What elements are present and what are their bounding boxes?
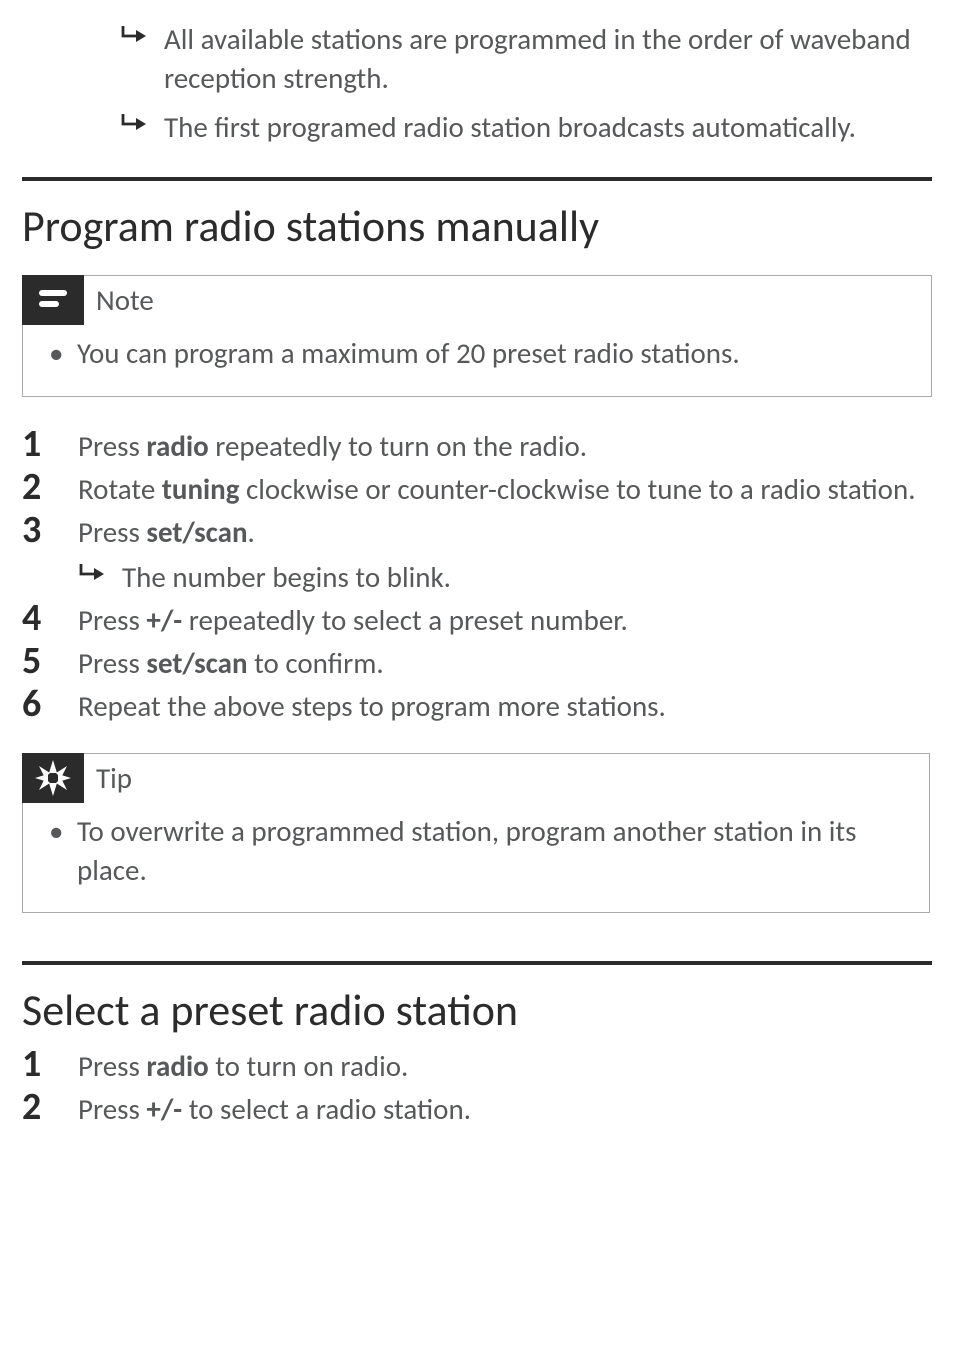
tip-text: To overwrite a programmed station, progr… — [77, 812, 911, 890]
step-bold: radio — [146, 1048, 208, 1084]
step-post: to select a radio station. — [182, 1091, 471, 1127]
step-post: to confirm. — [248, 645, 384, 681]
result-text: The first programed radio station broadc… — [164, 108, 856, 147]
step-number: 1 — [22, 1045, 78, 1086]
step-post: clockwise or counter-clockwise to tune t… — [239, 471, 915, 507]
step-pre: Press — [78, 514, 146, 550]
step-text: Repeat the above steps to program more s… — [78, 685, 666, 726]
step-post: repeatedly to select a preset number. — [182, 602, 628, 638]
step-bold: tuning — [162, 471, 240, 507]
result-text: All available stations are programmed in… — [164, 20, 932, 98]
result-item: The first programed radio station broadc… — [120, 108, 932, 147]
step-text: Press +/- repeatedly to select a preset … — [78, 599, 628, 640]
step-pre: Press — [78, 1048, 146, 1084]
step-pre: Press — [78, 428, 146, 464]
step-item: 4 Press +/- repeatedly to select a prese… — [22, 599, 932, 640]
note-icon — [22, 275, 84, 325]
note-body: • You can program a maximum of 20 preset… — [23, 334, 931, 395]
step-bold: set/scan — [146, 645, 247, 681]
step-bold: +/- — [146, 602, 182, 638]
step-item: 1 Press radio repeatedly to turn on the … — [22, 425, 932, 466]
tip-item: • To overwrite a programmed station, pro… — [49, 812, 911, 890]
step-number: 6 — [22, 685, 78, 726]
note-item: • You can program a maximum of 20 preset… — [49, 334, 913, 373]
step-pre: Repeat the above steps to program more s… — [78, 688, 666, 724]
step-text: Press radio repeatedly to turn on the ra… — [78, 425, 587, 466]
step-item: 1 Press radio to turn on radio. — [22, 1045, 932, 1086]
step-item: 2 Press +/- to select a radio station. — [22, 1088, 932, 1129]
result-arrow-icon — [120, 20, 164, 98]
step-result-text: The number begins to blink. — [122, 558, 451, 597]
intro-result-list: All available stations are programmed in… — [22, 20, 932, 147]
step-text: Press radio to turn on radio. — [78, 1045, 408, 1086]
manual-steps: 1 Press radio repeatedly to turn on the … — [22, 425, 932, 727]
section-divider — [22, 177, 932, 181]
result-item: All available stations are programmed in… — [120, 20, 932, 98]
section-title-select: Select a preset radio station — [22, 983, 932, 1037]
callout-header: Note — [22, 275, 930, 325]
document-page: All available stations are programmed in… — [0, 0, 954, 1151]
tip-body: • To overwrite a programmed station, pro… — [23, 812, 929, 912]
section-divider — [22, 961, 932, 965]
note-text: You can program a maximum of 20 preset r… — [77, 334, 740, 373]
result-arrow-icon — [120, 108, 164, 147]
step-number: 4 — [22, 599, 78, 640]
step-number: 3 — [22, 511, 78, 597]
step-pre: Press — [78, 645, 146, 681]
step-item: 6 Repeat the above steps to program more… — [22, 685, 932, 726]
step-item: 3 Press set/scan. The number begins to b… — [22, 511, 932, 597]
section-title-manual: Program radio stations manually — [22, 199, 932, 253]
tip-icon — [22, 753, 84, 803]
step-post: to turn on radio. — [209, 1048, 409, 1084]
section-select: Select a preset radio station 1 Press ra… — [22, 961, 932, 1129]
callout-header: Tip — [22, 753, 928, 803]
tip-label: Tip — [96, 760, 132, 796]
note-callout: Note • You can program a maximum of 20 p… — [22, 275, 932, 396]
step-pre: Press — [78, 602, 146, 638]
tip-callout: Tip • To overwrite a programmed station,… — [22, 753, 930, 913]
step-bold: +/- — [146, 1091, 182, 1127]
result-arrow-icon — [78, 558, 122, 597]
step-number: 2 — [22, 468, 78, 509]
step-number: 1 — [22, 425, 78, 466]
bullet-icon: • — [49, 812, 77, 890]
select-steps: 1 Press radio to turn on radio. 2 Press … — [22, 1045, 932, 1129]
step-text: Press set/scan. The number begins to bli… — [78, 511, 451, 597]
step-number: 5 — [22, 642, 78, 683]
step-text: Press +/- to select a radio station. — [78, 1088, 471, 1129]
step-post: repeatedly to turn on the radio. — [209, 428, 587, 464]
step-text: Press set/scan to confirm. — [78, 642, 384, 683]
step-pre: Rotate — [78, 471, 162, 507]
step-result: The number begins to blink. — [78, 558, 451, 597]
step-pre: Press — [78, 1091, 146, 1127]
step-bold: radio — [146, 428, 208, 464]
step-number: 2 — [22, 1088, 78, 1129]
step-post: . — [248, 514, 255, 550]
step-bold: set/scan — [146, 514, 247, 550]
step-item: 5 Press set/scan to confirm. — [22, 642, 932, 683]
step-text: Rotate tuning clockwise or counter-clock… — [78, 468, 916, 509]
step-item: 2 Rotate tuning clockwise or counter-clo… — [22, 468, 932, 509]
note-label: Note — [96, 282, 154, 318]
bullet-icon: • — [49, 334, 77, 373]
